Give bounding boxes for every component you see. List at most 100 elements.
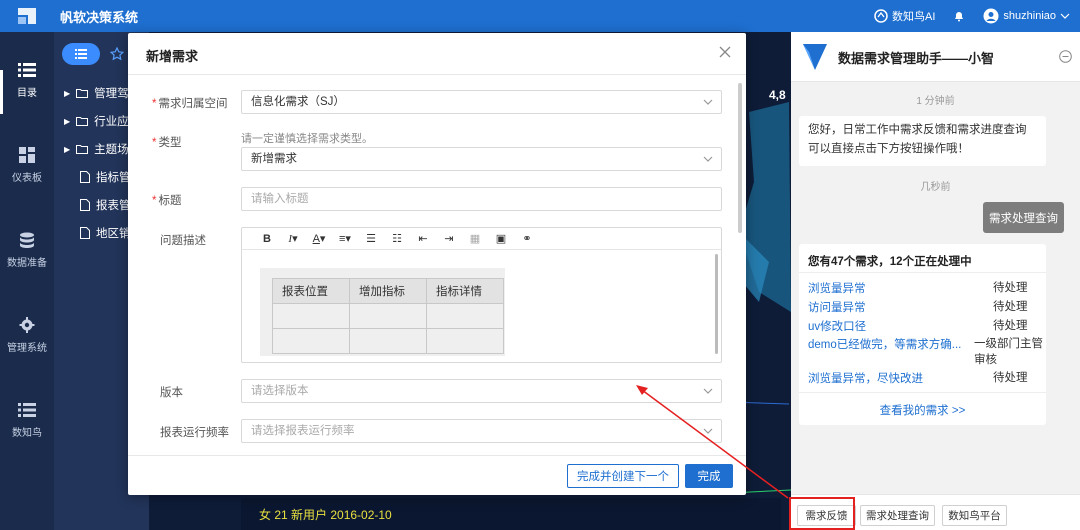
- user-menu[interactable]: shuzhiniao: [983, 8, 1070, 24]
- list-view-toggle[interactable]: [62, 43, 100, 65]
- request-summary-card: 您有47个需求，12个正在处理中 浏览量异常 待处理 访问量异常 待处理 uv修…: [799, 244, 1046, 425]
- nav-label: 仪表板: [12, 173, 42, 184]
- timestamp: 几秒前: [920, 182, 951, 193]
- folder-icon: [76, 145, 89, 154]
- app-title: 帆软决策系统: [60, 9, 139, 25]
- tree-folder[interactable]: ▶ 主题场: [64, 141, 129, 157]
- nav-item-catalog[interactable]: 目录: [0, 62, 54, 99]
- folder-icon: [76, 89, 89, 98]
- nav-label: 目录: [17, 88, 37, 99]
- tree-folder[interactable]: ▶ 管理驾: [64, 85, 129, 101]
- link-icon[interactable]: ⚭: [514, 229, 540, 249]
- divider: [799, 272, 1046, 273]
- chevron-down-icon: [1060, 13, 1070, 19]
- tree-file[interactable]: 指标管: [80, 169, 131, 185]
- font-color-button[interactable]: A ▾: [306, 229, 332, 249]
- table-header-cell[interactable]: 增加指标: [349, 278, 427, 304]
- bullet-list-button[interactable]: ☰: [358, 229, 384, 249]
- nav-item-dashboard[interactable]: 仪表板: [0, 147, 54, 184]
- nav-item-admin[interactable]: 管理系统: [0, 317, 54, 354]
- assistant-message: 您好，日常工作中需求反馈和需求进度查询可以直接点击下方按钮操作哦！: [799, 116, 1046, 166]
- tree-file[interactable]: 报表管: [80, 197, 131, 213]
- modal-scrollbar[interactable]: [738, 83, 742, 233]
- freq-select[interactable]: 请选择报表运行频率: [241, 419, 722, 443]
- table-row: [272, 303, 504, 329]
- nav-label: 数据准备: [7, 258, 47, 269]
- request-status: 待处理: [993, 320, 1028, 332]
- tree-item-label: 主题场: [94, 144, 129, 156]
- version-label: 版本: [160, 387, 183, 399]
- type-select[interactable]: 新增需求: [241, 147, 722, 171]
- table-cell[interactable]: [272, 328, 350, 354]
- request-status: 待处理: [993, 282, 1028, 294]
- tree-file[interactable]: 地区销: [80, 225, 131, 241]
- file-icon: [80, 199, 90, 211]
- list-icon: [75, 49, 87, 59]
- close-icon[interactable]: [718, 45, 732, 59]
- request-link[interactable]: 访问量异常: [808, 299, 866, 315]
- request-status: 待处理: [993, 372, 1028, 384]
- ai-label: 数知鸟AI: [892, 11, 936, 23]
- nav-label: 管理系统: [7, 343, 47, 354]
- tree-item-label: 行业应: [94, 116, 129, 128]
- table-cell[interactable]: [426, 328, 504, 354]
- freq-label: 报表运行频率: [160, 427, 229, 439]
- tree-folder[interactable]: ▶ 行业应: [64, 113, 129, 129]
- embedded-table[interactable]: 报表位置 增加指标 指标详情: [272, 278, 504, 354]
- star-icon[interactable]: [110, 47, 124, 61]
- space-select[interactable]: 信息化需求（SJ）: [241, 90, 722, 114]
- nav-label: 数知鸟: [12, 428, 42, 439]
- modal-title: 新增需求: [146, 49, 199, 64]
- avatar-icon: [983, 8, 999, 24]
- bold-button[interactable]: B: [254, 229, 280, 249]
- ai-button[interactable]: 数知鸟AI: [874, 8, 935, 24]
- platform-button[interactable]: 数知鸟平台: [942, 505, 1007, 526]
- space-label: * 需求归属空间: [152, 98, 228, 110]
- numbered-list-button[interactable]: ☷: [384, 229, 410, 249]
- create-next-button[interactable]: 完成并创建下一个: [567, 464, 679, 488]
- italic-button[interactable]: I ▾: [280, 229, 306, 249]
- done-button[interactable]: 完成: [685, 464, 733, 488]
- gear-icon: [19, 317, 35, 333]
- tree-item-label: 地区销: [96, 228, 131, 240]
- nav-item-data-prep[interactable]: 数据准备: [0, 232, 54, 269]
- database-icon: [20, 232, 34, 248]
- chat-title: 数据需求管理助手——小智: [838, 51, 995, 66]
- chevron-down-icon: [703, 428, 713, 434]
- table-header-cell[interactable]: 报表位置: [272, 278, 350, 304]
- request-link[interactable]: 浏览量异常，尽快改进: [808, 370, 923, 386]
- align-button[interactable]: ≡▾: [332, 229, 358, 249]
- indent-button[interactable]: ⇥: [436, 229, 462, 249]
- nav-item-shuzhiniao[interactable]: 数知鸟: [0, 402, 54, 439]
- request-link[interactable]: 浏览量异常: [808, 280, 866, 296]
- editor-toolbar: B I ▾ A ▾ ≡▾ ☰ ☷ ⇤ ⇥ ▦ ▣ ⚭: [242, 228, 721, 250]
- table-cell[interactable]: [272, 303, 350, 329]
- timestamp: 1 分钟前: [916, 96, 955, 107]
- table-cell[interactable]: [426, 303, 504, 329]
- minimize-icon[interactable]: [1059, 50, 1072, 63]
- highlight-box: [789, 497, 855, 530]
- image-icon[interactable]: ▣: [488, 229, 514, 249]
- description-editor[interactable]: B I ▾ A ▾ ≡▾ ☰ ☷ ⇤ ⇥ ▦ ▣ ⚭ 报表位置 增加指标 指标详情: [241, 227, 722, 363]
- notification-button[interactable]: [953, 10, 965, 22]
- chevron-down-icon: [703, 156, 713, 162]
- request-link[interactable]: demo已经做完，等需求方确...: [808, 336, 961, 352]
- logo-icon[interactable]: [0, 0, 54, 32]
- table-header-cell[interactable]: 指标详情: [426, 278, 504, 304]
- assistant-logo-icon: [803, 44, 827, 70]
- chat-header: 数据需求管理助手——小智: [791, 32, 1080, 82]
- tree-item-label: 报表管: [96, 200, 131, 212]
- outdent-button[interactable]: ⇤: [410, 229, 436, 249]
- caret-right-icon: ▶: [64, 144, 71, 154]
- editor-scrollbar[interactable]: [715, 254, 718, 354]
- view-my-requests-link[interactable]: 查看我的需求 >>: [799, 402, 1046, 418]
- username: shuzhiniao: [1003, 10, 1056, 22]
- version-select[interactable]: 请选择版本: [241, 379, 722, 403]
- table-cell[interactable]: [349, 303, 427, 329]
- top-bar: 帆软决策系统 数知鸟AI shuzhiniao: [0, 0, 1080, 32]
- request-link[interactable]: uv修改口径: [808, 318, 866, 334]
- title-input[interactable]: 请输入标题: [241, 187, 722, 211]
- request-query-button[interactable]: 需求处理查询: [860, 505, 935, 526]
- table-button[interactable]: ▦: [462, 229, 488, 249]
- table-cell[interactable]: [349, 328, 427, 354]
